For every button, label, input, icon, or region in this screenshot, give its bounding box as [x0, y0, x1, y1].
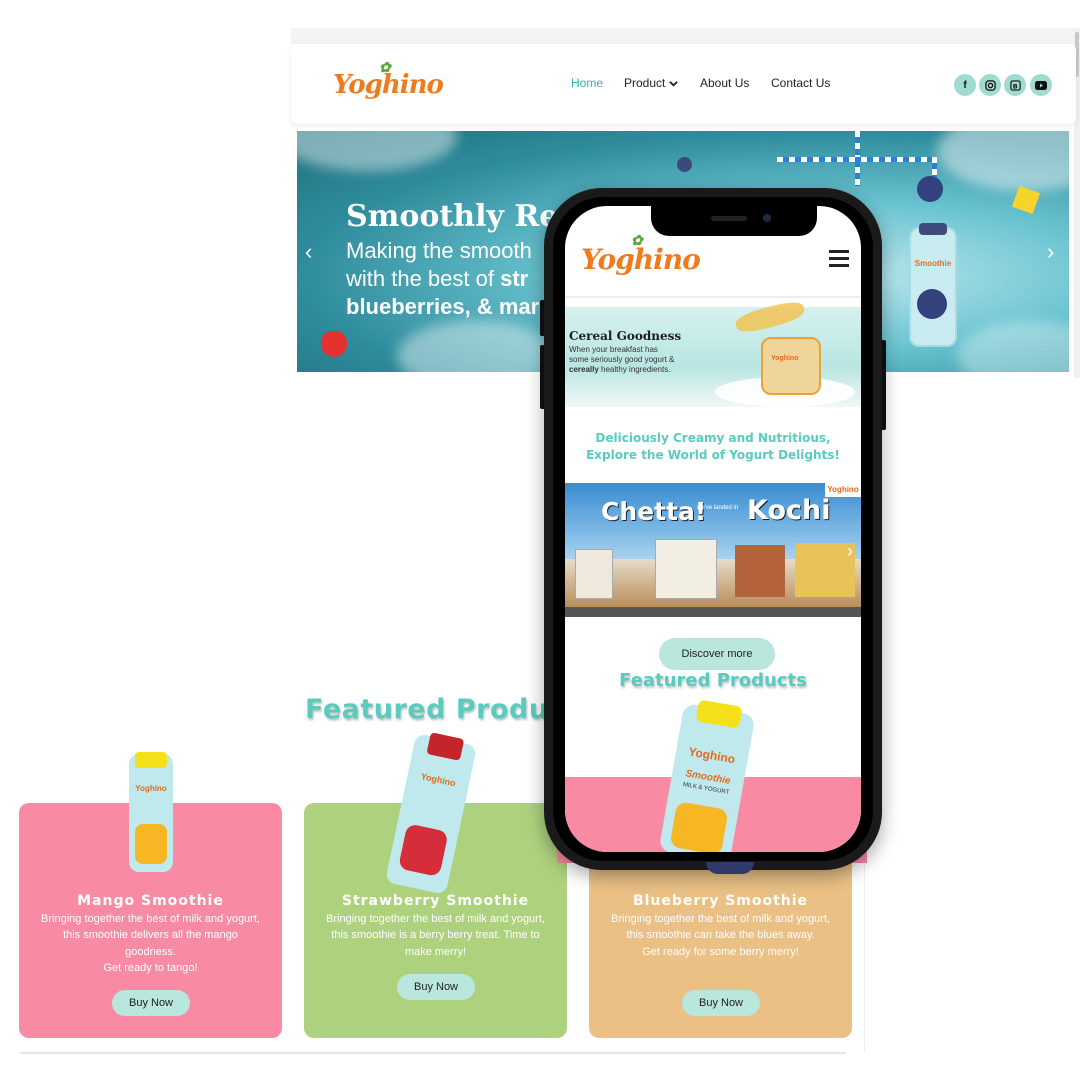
mobile-logo[interactable]: Yoghino ✿: [581, 233, 701, 276]
hero-subtitle: Making the smooth with the best of str b…: [346, 238, 540, 319]
buy-now-button[interactable]: Buy Now: [682, 990, 760, 1016]
phone-mockup: Yoghino ✿ Cereal Goodness When your brea…: [544, 188, 882, 870]
hero-bottle: Smoothie: [909, 223, 957, 347]
phone-notch: [651, 206, 817, 236]
kochi-banner: Chetta! we've landed in Kochi Yoghino ›: [565, 483, 861, 617]
page-divider: [20, 1052, 846, 1054]
cereal-banner: Cereal Goodness When your breakfast has …: [565, 298, 861, 407]
youtube-icon[interactable]: [1030, 74, 1052, 96]
behance-icon[interactable]: B: [1004, 74, 1026, 96]
site-logo[interactable]: Yoghino ✿: [333, 60, 444, 100]
product-description: Bringing together the best of milk and y…: [326, 913, 545, 958]
mobile-featured-title: Featured Products: [619, 670, 807, 691]
logo-leaf-icon: ✿: [379, 60, 391, 76]
product-name: Strawberry Smoothie: [341, 893, 530, 909]
phone-screen: Yoghino ✿ Cereal Goodness When your brea…: [565, 206, 861, 852]
nav-home[interactable]: Home: [571, 76, 603, 90]
kochi-next-arrow-icon[interactable]: ›: [847, 541, 853, 562]
hamburger-menu-icon[interactable]: [829, 250, 849, 267]
hero-next-arrow-icon[interactable]: ›: [1047, 239, 1054, 265]
product-name: Mango Smoothie: [77, 893, 224, 909]
cereal-cup: Yoghino: [761, 337, 821, 395]
strawberry-icon: [321, 331, 347, 357]
blueberry-bottle: [706, 862, 754, 874]
facebook-icon[interactable]: f: [954, 74, 976, 96]
chevron-down-icon: [669, 80, 679, 87]
mango-bottle: Yoghino: [129, 752, 173, 872]
product-description: Bringing together the best of milk and y…: [611, 913, 830, 958]
nav-product[interactable]: Product: [624, 76, 679, 90]
instagram-icon[interactable]: [979, 74, 1001, 96]
blueberry-icon: [917, 176, 943, 202]
mobile-tagline: Deliciously Creamy and Nutritious, Explo…: [586, 431, 840, 462]
blueberry-icon: [677, 157, 692, 172]
mobile-header-divider: [565, 296, 861, 298]
product-name: Blueberry Smoothie: [632, 893, 809, 909]
buy-now-button[interactable]: Buy Now: [112, 990, 190, 1016]
nav-product-label: Product: [624, 76, 666, 90]
buy-now-button[interactable]: Buy Now: [397, 974, 475, 1000]
product-description: Bringing together the best of milk and y…: [41, 913, 260, 974]
logo-leaf-icon: ✿: [631, 233, 643, 249]
discover-more-button[interactable]: Discover more: [659, 638, 775, 670]
nav-contact[interactable]: Contact Us: [771, 76, 830, 90]
nav-about[interactable]: About Us: [700, 76, 749, 90]
hero-prev-arrow-icon[interactable]: ‹: [305, 239, 312, 265]
svg-text:B: B: [1012, 82, 1017, 90]
top-band: [291, 28, 1076, 44]
